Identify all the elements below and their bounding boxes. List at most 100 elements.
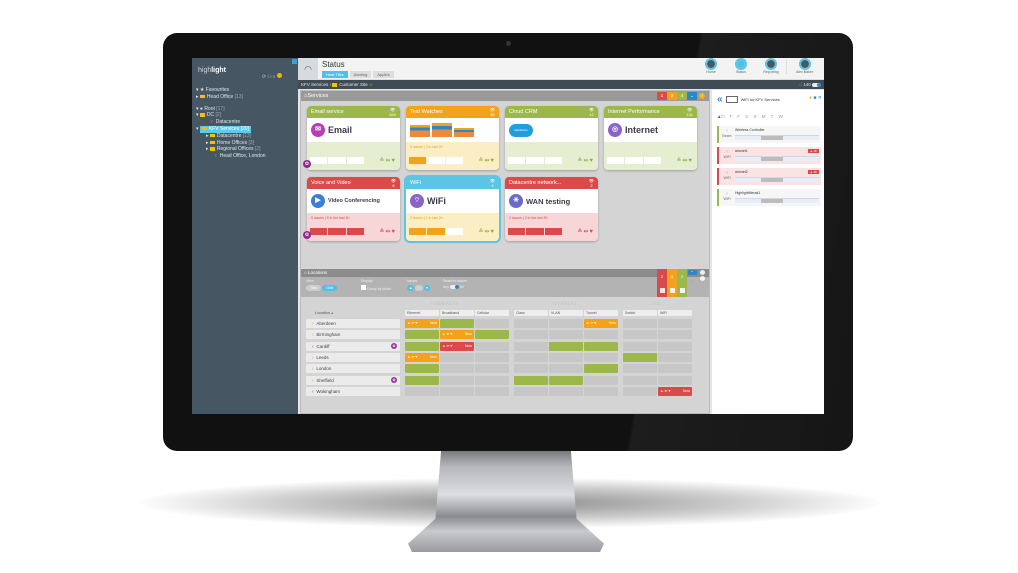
nav-home[interactable]: Home [696,58,726,74]
issue-filter-critical[interactable]: ▲ [407,285,415,291]
tree-item-head-office-london[interactable]: ♀ Head Office, London [196,153,296,160]
view-tiles-button[interactable]: Tiles [306,285,322,291]
status-cell[interactable]: ▲ ⇹ ♥ Now [584,319,618,328]
status-cell[interactable] [514,364,548,374]
tree-item-head-office[interactable]: ▸ Head Office [13] [196,94,296,101]
react-any-all-toggle[interactable] [450,285,460,290]
location-name[interactable]: ♀ Wokingham [306,386,400,396]
issue-filter-ok[interactable]: ♥ [423,285,431,291]
column-header[interactable]: Cellular [475,310,509,316]
service-tile[interactable]: WiFi 👁 4 ⌔ WiFi 2 issues | 1 in last 2h ≙⇹♥ [404,175,501,243]
status-cell[interactable] [475,352,509,362]
location-name[interactable]: ♀ Sheffield ✿ [306,375,400,385]
status-cell[interactable] [623,386,657,396]
status-cell[interactable]: ▲ ⇹ ♥ Now [405,319,439,328]
location-name[interactable]: ♀ Leeds [306,352,400,362]
location-name[interactable]: ♀ Aberdeen [306,319,400,328]
status-cell[interactable] [475,319,509,328]
column-header[interactable]: Ethernet [405,310,439,316]
status-cell[interactable]: ▲ ⇹ ♥ Now [440,341,474,351]
service-tile[interactable]: Voice and Video 👁 6 ▶ Video Conferencing 5 is… [307,177,400,241]
nav-user[interactable]: Alex Baker [786,58,822,74]
device-row[interactable]: ⌔ WiFi aironet2 ▲ 2h [717,168,821,185]
collapse-panel-icon[interactable]: « [717,94,723,105]
column-header[interactable]: Class [514,310,548,316]
status-cell[interactable] [584,352,618,362]
status-cell[interactable] [440,319,474,328]
status-cell[interactable]: ▲ ⇹ ♥ Now [658,386,692,396]
location-row[interactable]: ♀ Aberdeen ▲ ⇹ ♥ Now ▲ ⇹ ♥ Now [306,319,706,328]
tree-item-dc[interactable]: ▾ DC [2] [196,112,296,119]
tab-heat-tiles[interactable]: Heat Tiles [322,71,348,78]
alert-filter-icon[interactable]: ▲□ [717,114,724,119]
service-tile[interactable]: Email service 👁 624 ✉ Email ≙⇹♥ [307,106,400,170]
status-cell[interactable]: ▲ ⇹ ♥ Now [440,330,474,340]
view-grid-button[interactable]: Grid [322,285,337,291]
status-cell[interactable] [623,330,657,340]
location-name[interactable]: ♀ Cardiff ✿ [306,341,400,351]
status-cell[interactable]: ▲ ⇹ ♥ Now [405,352,439,362]
status-cell[interactable] [514,341,548,351]
popout-icon[interactable]: ■ [813,95,816,101]
alert-badge[interactable]: ▲ 2h [808,149,819,153]
status-cell[interactable] [658,341,692,351]
ok-count-badge[interactable]: 4 [677,92,687,100]
status-cell[interactable] [440,364,474,374]
status-cell[interactable] [475,330,509,340]
status-cell[interactable] [584,364,618,374]
status-cell[interactable] [405,341,439,351]
service-tile[interactable]: Cloud CRM 👁 12 salesforce ≙⇹♥ [505,106,598,170]
favourite-star-icon[interactable]: ☆ [369,82,373,87]
status-cell[interactable] [440,352,474,362]
warning-filter[interactable]: 3 [667,269,677,297]
nav-reporting[interactable]: Reporting [756,58,786,74]
location-row[interactable]: ♀ Wokingham ▲ ⇹ ♥ Now [306,386,706,396]
status-cell[interactable] [584,341,618,351]
location-row[interactable]: ♀ Birmingham ▲ ⇹ ♥ Now [306,330,706,340]
status-cell[interactable] [440,375,474,385]
status-cell[interactable] [584,330,618,340]
notification-icon[interactable] [276,73,282,78]
status-cell[interactable] [549,386,583,396]
column-header[interactable]: WiFi [658,310,692,316]
status-cell[interactable] [623,352,657,362]
location-row[interactable]: ♀ London [306,364,706,374]
tab-apps[interactable]: Applt/s [373,71,394,78]
status-cell[interactable] [514,375,548,385]
status-cell[interactable] [514,386,548,396]
settings-gear-icon[interactable]: ✿ [391,376,397,383]
tree-item-regional-offices[interactable]: ▸ Regional Offices [2] [196,146,296,153]
status-cell[interactable] [440,386,474,396]
column-header[interactable]: Tunnel [584,310,618,316]
reset-icon[interactable]: ↺ [690,279,693,284]
status-cell[interactable] [658,364,692,374]
status-cell[interactable] [405,386,439,396]
collapse-button[interactable]: ⌄ [687,92,697,100]
settings-gear-icon[interactable]: ✿ [303,231,311,239]
column-header[interactable]: Broadband [440,310,474,316]
status-cell[interactable] [623,341,657,351]
status-cell[interactable] [549,364,583,374]
location-name[interactable]: ♀ Birmingham [306,330,400,340]
tree-item-home-offices[interactable]: ▸ Home Offices [3] [196,140,296,147]
status-cell[interactable] [514,330,548,340]
status-cell[interactable] [549,319,583,328]
issue-filter-warning[interactable]: ⇔ [415,285,423,291]
nav-status[interactable]: Status [726,58,756,74]
status-cell[interactable] [549,375,583,385]
tree-item-datacentre[interactable]: ♀ Datacentre [196,119,296,126]
service-tile[interactable]: Datacentre network... 👁 2 ✳ WAN testing 2 iss… [505,177,598,241]
settings-gear-icon[interactable]: ✿ [391,342,397,349]
location-column-header[interactable]: Location ▴ [315,310,333,315]
status-cell[interactable] [514,319,548,328]
tree-item-datacentre-folder[interactable]: ▸ Datacentre [13] [196,133,296,140]
help-button[interactable]: ? [699,269,705,275]
status-cell[interactable] [658,330,692,340]
service-tile[interactable]: Test Watches 👁 30 3 issues | 2 in last 2h ≙⇹… [406,106,499,170]
settings-gear-icon[interactable]: ✿ [303,160,311,168]
refresh-control[interactable]: ◌ 140 [799,80,821,89]
status-cell[interactable] [584,386,618,396]
status-cell[interactable] [658,352,692,362]
status-cell[interactable] [475,341,509,351]
column-header[interactable]: Switch [623,310,657,316]
